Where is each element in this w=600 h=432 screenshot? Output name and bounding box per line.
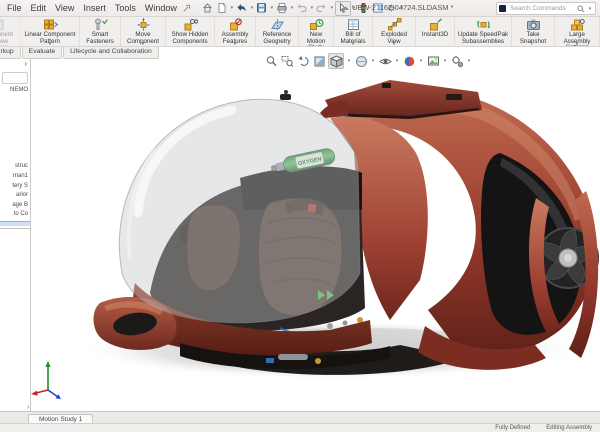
command-manager-ribbon: Component Preview Window Linear Componen… (0, 16, 600, 47)
instant3d-icon (428, 18, 443, 31)
smart-fasteners-icon (93, 18, 108, 31)
machinery-detail (315, 358, 321, 364)
exploded-view-icon (387, 18, 402, 31)
tree-item-label: struc (15, 163, 28, 169)
tree-item-label: man1 (13, 173, 28, 179)
linear-pattern-icon (43, 18, 58, 31)
search-commands-box[interactable] (496, 2, 596, 15)
panel-splitter[interactable] (0, 228, 30, 229)
tree-item-label: to Co (14, 211, 28, 217)
tree-item-label: tery S (12, 183, 28, 189)
show-hidden-components-button[interactable]: Show Hidden Components (166, 16, 215, 46)
reference-geometry-icon (270, 18, 285, 31)
document-title: ☁ UBW-21162-04724.SLDASM * (340, 3, 453, 12)
save-icon[interactable] (255, 2, 269, 15)
panel-expand-arrow[interactable]: › (24, 60, 27, 68)
component-preview-window-button[interactable]: Component Preview Window (0, 16, 21, 46)
dropdown-caret-icon[interactable] (466, 58, 472, 64)
exploded-view-button[interactable]: Exploded View (373, 16, 416, 46)
feature-manager-panel: › NEMO struc man1 tery S arior age B to … (0, 58, 31, 412)
display-style-icon[interactable] (354, 54, 368, 68)
menu-insert[interactable]: Insert (83, 3, 106, 13)
assembly-features-icon (228, 18, 243, 31)
linear-component-pattern-button[interactable]: Linear Component Pattern (21, 16, 80, 46)
bill-of-materials-button[interactable]: Bill of Materials (334, 16, 373, 46)
new-motion-study-button[interactable]: New Motion Study (299, 16, 334, 46)
component-preview-window-icon (0, 18, 5, 31)
instant3d-button[interactable]: Instant3D (416, 16, 455, 46)
dropdown-caret-icon[interactable] (394, 58, 400, 64)
view-orientation-icon[interactable] (328, 53, 344, 69)
canopy-dome (119, 99, 360, 323)
menu-view[interactable]: View (55, 3, 74, 13)
dropdown-caret-icon[interactable] (442, 58, 448, 64)
assembly-features-button[interactable]: Assembly Features (215, 16, 256, 46)
title-bar: File Edit View Insert Tools Window (0, 0, 600, 17)
orientation-triad (31, 361, 61, 399)
tab-evaluate[interactable]: Evaluate (22, 47, 62, 59)
menu-window[interactable]: Window (145, 3, 177, 13)
tab-markup[interactable]: Markup (0, 47, 21, 59)
update-speedpak-button[interactable]: Update SpeedPak Subassemblies (455, 16, 512, 46)
command-manager-tabs: Markup Evaluate Lifecycle and Collaborat… (0, 47, 160, 59)
print-icon[interactable] (275, 2, 289, 15)
large-assembly-settings-icon (570, 18, 585, 31)
cloud-icon: ☁ (340, 3, 349, 12)
tree-selected-row[interactable] (0, 221, 30, 226)
large-assembly-settings-button[interactable]: Large Assembly Settings (555, 16, 600, 46)
feature-tree-filter-input[interactable] (2, 72, 28, 84)
machinery-detail (266, 358, 274, 363)
redo-icon[interactable] (315, 2, 329, 15)
undo-icon[interactable] (295, 2, 309, 15)
apply-scene-icon[interactable] (426, 54, 440, 68)
zoom-to-fit-icon[interactable] (264, 54, 278, 68)
edit-appearance-icon[interactable] (402, 54, 416, 68)
new-document-icon[interactable] (215, 2, 229, 15)
search-commands-input[interactable] (508, 4, 575, 13)
bill-of-materials-icon (346, 18, 361, 31)
tree-item-label: age B (12, 202, 28, 208)
update-speedpak-icon (476, 18, 491, 31)
move-component-icon (136, 18, 151, 31)
document-title-text: UBW-21162-04724.SLDASM * (352, 3, 453, 12)
view-settings-icon[interactable] (450, 54, 464, 68)
motion-manager-expand-arrow[interactable]: › (27, 404, 29, 411)
take-snapshot-icon (526, 18, 541, 31)
menu-edit[interactable]: Edit (31, 3, 47, 13)
tab-lifecycle-collaboration[interactable]: Lifecycle and Collaboration (63, 47, 159, 59)
tree-item-label: arior (16, 192, 28, 198)
move-component-button[interactable]: Move Component (121, 16, 166, 46)
heads-up-view-toolbar (262, 52, 474, 70)
solidworks-window: { "titlebar": { "menus": ["File", "Edit"… (0, 0, 600, 432)
status-defined: Fully Defined (495, 425, 530, 431)
dropdown-caret-icon[interactable] (370, 58, 376, 64)
home-icon[interactable] (201, 2, 215, 15)
status-editing-mode: Editing Assembly (546, 425, 592, 431)
graphics-viewport[interactable]: OXYGEN (30, 58, 600, 412)
take-snapshot-button[interactable]: Take Snapshot (512, 16, 555, 46)
solidworks-logo-icon (499, 5, 506, 12)
new-motion-study-icon (309, 18, 324, 31)
menu-tools[interactable]: Tools (115, 3, 136, 13)
section-view-icon[interactable] (312, 54, 326, 68)
previous-view-icon[interactable] (296, 54, 310, 68)
dropdown-caret-icon[interactable] (418, 58, 424, 64)
smart-fasteners-button[interactable]: Smart Fasteners (80, 16, 121, 46)
machinery-detail (278, 354, 308, 360)
search-dropdown-caret-icon[interactable] (587, 6, 593, 12)
search-icon[interactable] (577, 5, 585, 13)
menu-bar: File Edit View Insert Tools Window (0, 3, 177, 13)
reference-geometry-button[interactable]: Reference Geometry (256, 16, 299, 46)
pin-menu-icon[interactable] (183, 4, 191, 12)
open-icon[interactable] (235, 2, 249, 15)
dropdown-caret-icon[interactable] (346, 58, 352, 64)
show-hidden-icon (183, 18, 198, 31)
zoom-to-area-icon[interactable] (280, 54, 294, 68)
status-bar: Fully Defined Editing Assembly (0, 423, 600, 432)
submarine-model: OXYGEN (30, 58, 600, 412)
tree-item-label: NEMO (10, 87, 28, 93)
menu-file[interactable]: File (7, 3, 22, 13)
hide-show-items-icon[interactable] (378, 54, 392, 68)
